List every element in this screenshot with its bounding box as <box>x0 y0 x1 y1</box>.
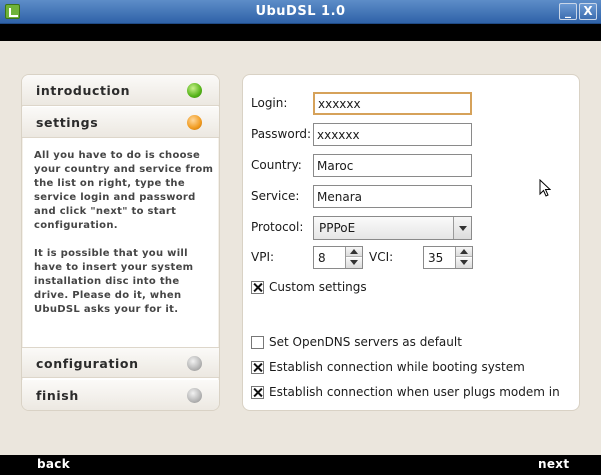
next-button[interactable]: next <box>538 457 569 471</box>
checkbox-label: Set OpenDNS servers as default <box>269 335 462 349</box>
step-label: finish <box>36 388 79 403</box>
vci-label: VCI: <box>369 250 394 264</box>
protocol-value: PPPoE <box>319 221 356 235</box>
spin-down-icon[interactable] <box>456 258 472 268</box>
vpi-spinbox[interactable]: 8 <box>313 246 363 269</box>
vpi-value: 8 <box>318 251 326 265</box>
protocol-select[interactable]: PPPoE <box>313 216 472 240</box>
settings-form: Login: Password: Country: Service: Proto… <box>242 74 580 411</box>
checkbox-checked-icon[interactable] <box>251 281 264 294</box>
vpi-label: VPI: <box>251 250 275 264</box>
checkbox-label: Custom settings <box>269 280 367 294</box>
back-button[interactable]: back <box>37 457 70 471</box>
spin-down-icon[interactable] <box>346 258 362 268</box>
spin-buttons <box>455 247 472 268</box>
step-label: configuration <box>36 356 139 371</box>
checkbox-unchecked-icon[interactable] <box>251 336 264 349</box>
step-settings[interactable]: settings <box>22 107 219 138</box>
step-introduction[interactable]: introduction <box>22 75 219 106</box>
password-input[interactable] <box>313 123 472 146</box>
password-label: Password: <box>251 127 312 141</box>
mouse-cursor-icon <box>539 179 551 197</box>
spin-up-icon[interactable] <box>456 247 472 257</box>
navigation-bar: back next <box>0 455 601 475</box>
step-description: All you have to do is choose your countr… <box>34 149 214 331</box>
main-area: introduction settings All you have to do… <box>0 41 601 455</box>
login-label: Login: <box>251 96 288 110</box>
minimize-button[interactable]: _ <box>559 3 577 20</box>
checkbox-label: Establish connection while booting syste… <box>269 360 525 374</box>
country-input[interactable] <box>313 154 472 177</box>
vci-spinbox[interactable]: 35 <box>423 246 473 269</box>
checkbox-checked-icon[interactable] <box>251 361 264 374</box>
window-title: UbuDSL 1.0 <box>255 4 346 19</box>
step-configuration[interactable]: configuration <box>22 347 219 378</box>
country-label: Country: <box>251 158 302 172</box>
protocol-label: Protocol: <box>251 220 304 234</box>
login-input[interactable] <box>313 92 472 115</box>
status-dot-icon <box>187 356 202 371</box>
service-input[interactable] <box>313 185 472 208</box>
step-finish[interactable]: finish <box>22 380 219 410</box>
close-button[interactable]: X <box>579 3 597 20</box>
description-paragraph: It is possible that you will have to ins… <box>34 248 194 315</box>
chevron-down-icon[interactable] <box>453 217 471 239</box>
steps-panel: introduction settings All you have to do… <box>21 74 220 411</box>
spin-up-icon[interactable] <box>346 247 362 257</box>
spin-buttons <box>345 247 362 268</box>
vci-value: 35 <box>428 251 444 265</box>
step-label: settings <box>36 115 99 130</box>
title-bar: UbuDSL 1.0 _ X <box>0 0 601 24</box>
step-label: introduction <box>36 83 131 98</box>
status-dot-icon <box>187 388 202 403</box>
description-paragraph: All you have to do is choose your countr… <box>34 150 214 231</box>
status-dot-icon <box>187 115 202 130</box>
status-dot-icon <box>187 83 202 98</box>
checkbox-checked-icon[interactable] <box>251 386 264 399</box>
top-band <box>0 24 601 41</box>
checkbox-label: Establish connection when user plugs mod… <box>269 385 560 399</box>
service-label: Service: <box>251 189 300 203</box>
